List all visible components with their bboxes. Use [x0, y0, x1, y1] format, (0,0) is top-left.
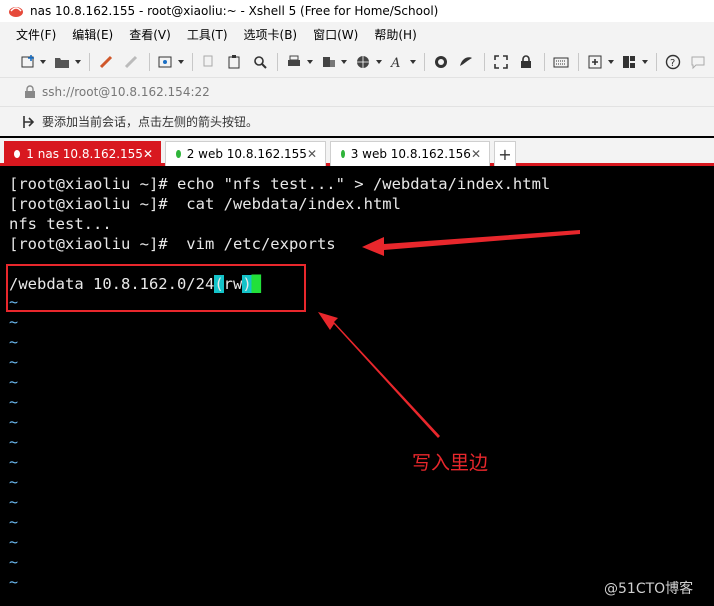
watermark: @51CTO博客: [604, 581, 694, 597]
annotation-label: 写入里边: [412, 452, 489, 474]
annotation-arrows: [318, 230, 580, 438]
arrow-to-exports-line: [318, 312, 440, 438]
arrow-to-vim-command: [362, 230, 580, 256]
